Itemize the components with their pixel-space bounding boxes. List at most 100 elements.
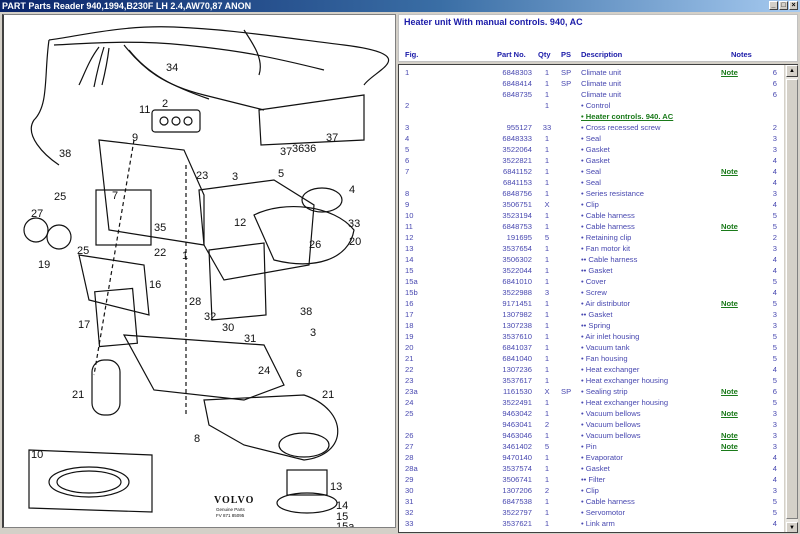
column-header-ps[interactable]: PS [561,50,571,59]
column-header-notes[interactable]: Notes [731,50,752,59]
parts-table-row[interactable]: 4 6848333 1 • Seal 3 [399,133,781,144]
parts-table-row[interactable]: 32 3522797 1 • Servomotor 5 [399,507,781,518]
harness-wire [53,41,325,71]
fig-cell: 13 [405,244,414,253]
description-cell: • Seal [581,167,601,176]
maximize-button[interactable]: □ [779,1,788,10]
minimize-button[interactable]: _ [769,1,778,10]
qty-cell: 5 [544,233,550,242]
parts-table-row[interactable]: 14 3506302 1 •• Cable harness 4 [399,254,781,265]
qty-cell: 1 [544,145,550,154]
note-link[interactable]: Note [721,166,738,177]
fig-cell: 14 [405,255,414,264]
parts-table-row[interactable]: 7 6841152 1 • Seal Note 4 [399,166,781,177]
callout-25-c: 25 [77,245,89,257]
parts-table-row[interactable]: 33 3537621 1 • Link arm 4 [399,518,781,529]
parts-table-row[interactable]: 26 9463046 1 • Vacuum bellows Note 3 [399,430,781,441]
parts-table-row[interactable]: 9 3506751 X • Clip 4 [399,199,781,210]
level-cell: 6 [772,387,777,396]
parts-table-row[interactable]: 25 9463042 1 • Vacuum bellows Note 3 [399,408,781,419]
callout-8: 8 [194,433,200,445]
level-cell: 6 [772,68,777,77]
parts-table-row[interactable]: 21 6841040 1 • Fan housing 5 [399,353,781,364]
part-number-cell: 3506302 [502,255,532,264]
qty-cell: 1 [544,266,550,275]
parts-table-row[interactable]: 19 3537610 1 • Air inlet housing 5 [399,331,781,342]
note-link[interactable]: Note [721,430,738,441]
parts-table-row[interactable]: 1 6848303 1 SP Climate unit Note 6 [399,67,781,78]
callout-11: 11 [139,104,150,116]
parts-table-row[interactable]: 3 955127 33 • Cross recessed screw 2 [399,122,781,133]
part-number-cell: 3537610 [502,332,532,341]
column-header-part-no[interactable]: Part No. [497,50,526,59]
qty-cell: 1 [544,321,550,330]
note-link[interactable]: Note [721,298,738,309]
note-link[interactable]: Note [721,408,738,419]
fig-cell: 1 [405,68,410,77]
exploded-parts-diagram[interactable]: 34 11 2 9 38 7 35 22 23 3 37 36 36 37 5 … [2,14,396,528]
callout-1: 1 [182,250,188,262]
callout-27: 28 [189,296,201,308]
description-cell: • Cable harness [581,497,635,506]
parts-table-row[interactable]: 30 1307206 2 • Clip 3 [399,485,781,496]
parts-table-row[interactable]: 27 3461402 5 • Pin Note 3 [399,441,781,452]
parts-table-row[interactable]: 10 3523194 1 • Cable harness 5 [399,210,781,221]
parts-table-row[interactable]: 15 3522044 1 •• Gasket 4 [399,265,781,276]
vertical-scrollbar[interactable]: ▲ ▼ [784,65,798,532]
inset-box [258,94,365,146]
parts-table-row[interactable]: 13 3537654 1 • Fan motor kit 3 [399,243,781,254]
parts-table-row[interactable]: 24 3522491 1 • Heat exchanger housing 5 [399,397,781,408]
qty-cell: X [544,387,550,396]
parts-table-row[interactable]: 18 1307238 1 •• Spring 3 [399,320,781,331]
evaporator-shape [208,242,267,321]
parts-table-row[interactable]: 31 6847538 1 • Cable harness 5 [399,496,781,507]
parts-table-row[interactable]: 8 6848756 1 • Series resistance 3 [399,188,781,199]
part-number-cell: 3522044 [502,266,532,275]
parts-table-row[interactable]: 6841153 1 • Seal 4 [399,177,781,188]
level-cell: 3 [772,145,777,154]
vacuum-bellows-shape [23,217,49,243]
scroll-down-button[interactable]: ▼ [786,522,798,532]
level-cell: 4 [772,453,777,462]
parts-table-row[interactable]: 9463041 2 • Vacuum bellows 3 [399,419,781,430]
note-link[interactable]: Note [721,386,738,397]
parts-table-row[interactable]: 12 191695 5 • Retaining clip 2 [399,232,781,243]
note-link[interactable]: Note [721,441,738,452]
fan-housing-shape [203,394,339,461]
part-number-cell: 3522797 [502,508,532,517]
parts-table-row[interactable]: 23a 1161530 X SP • Sealing strip Note 6 [399,386,781,397]
scroll-up-button[interactable]: ▲ [786,65,798,77]
scroll-thumb[interactable] [786,79,798,519]
parts-table-row[interactable]: 28a 3537574 1 • Gasket 4 [399,463,781,474]
parts-table-row[interactable]: 15b 3522988 3 • Screw 4 [399,287,781,298]
parts-table-row[interactable]: • Heater controls. 940. AC [399,111,781,122]
parts-table-row[interactable]: 28 9470140 1 • Evaporator 4 [399,452,781,463]
parts-table-row[interactable]: 2 1 • Control [399,100,781,111]
column-header-fig[interactable]: Fig. [405,50,418,59]
parts-table-row[interactable]: 16 9171451 1 • Air distributor Note 5 [399,298,781,309]
fig-cell: 27 [405,442,414,451]
parts-table-row[interactable]: 15a 6841010 1 • Cover 5 [399,276,781,287]
parts-table-row[interactable]: 6 3522821 1 • Gasket 4 [399,155,781,166]
callout-17: 17 [78,319,90,331]
parts-table-row[interactable]: 11 6848753 1 • Cable harness Note 5 [399,221,781,232]
part-number-cell: 6841037 [502,343,532,352]
note-link[interactable]: Note [721,67,738,78]
parts-table-row[interactable]: 23 3537617 1 • Heat exchanger housing 5 [399,375,781,386]
close-button[interactable]: × [789,1,798,10]
parts-table-row[interactable]: 5 3522064 1 • Gasket 3 [399,144,781,155]
parts-table-row[interactable]: 22 1307236 1 • Heat exchanger 4 [399,364,781,375]
parts-table-row[interactable]: 17 1307982 1 •• Gasket 3 [399,309,781,320]
window-title: PART Parts Reader 940,1994,B230F LH 2.4,… [2,1,252,11]
parts-table[interactable]: 1 6848303 1 SP Climate unit Note 6 6848414 1 SP Cl… [398,64,798,533]
callout-15a: 15a [336,521,355,527]
description-link[interactable]: • Heater controls. 940. AC [581,111,673,122]
parts-table-row[interactable]: 29 3506741 1 •• Filter 4 [399,474,781,485]
callout-9: 9 [132,132,138,144]
parts-table-row[interactable]: 6848735 1 Climate unit 6 [399,89,781,100]
column-header-qty[interactable]: Qty [538,50,551,59]
parts-table-row[interactable]: 6848414 1 SP Climate unit 6 [399,78,781,89]
column-header-description[interactable]: Description [581,50,622,59]
parts-table-row[interactable]: 20 6841037 1 • Vacuum tank 5 [399,342,781,353]
note-link[interactable]: Note [721,221,738,232]
